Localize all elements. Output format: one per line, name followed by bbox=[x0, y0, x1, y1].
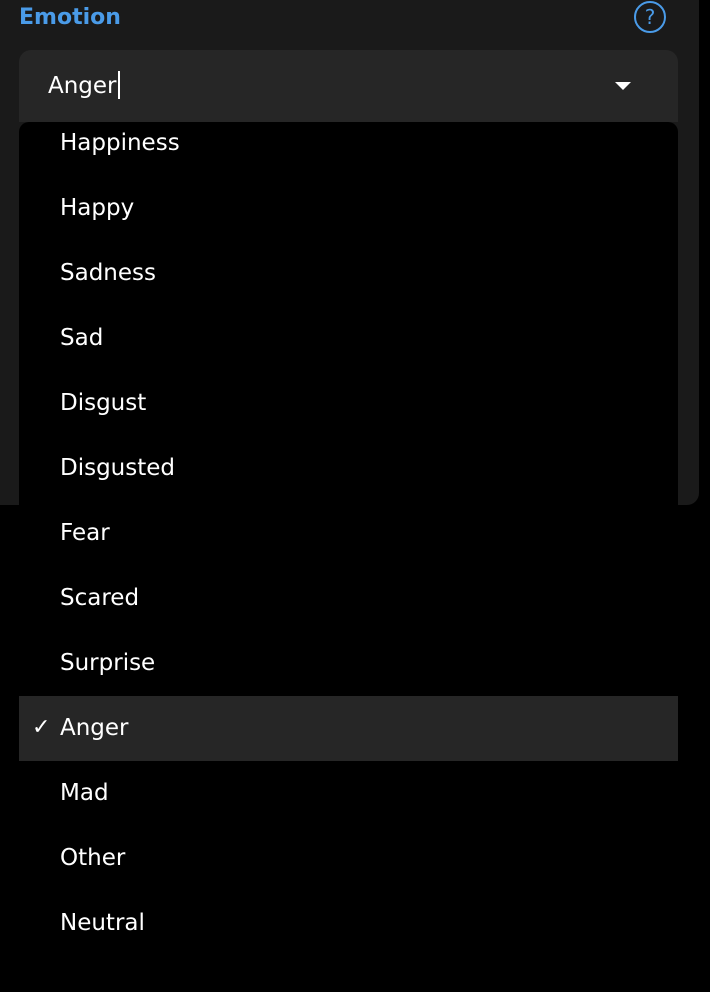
dropdown-option[interactable]: Mad bbox=[19, 761, 678, 826]
dropdown-option[interactable]: Sad bbox=[19, 306, 678, 371]
checkmark-icon: ✓ bbox=[32, 715, 51, 740]
dropdown-option-label: Happiness bbox=[60, 130, 180, 156]
dropdown-option-label: Disgust bbox=[60, 390, 147, 416]
dropdown-option[interactable]: Fear bbox=[19, 501, 678, 566]
dropdown-option[interactable]: Surprise bbox=[19, 631, 678, 696]
dropdown-option[interactable]: Other bbox=[19, 826, 678, 891]
dropdown-option[interactable]: Happiness bbox=[19, 111, 678, 176]
dropdown-option-label: Scared bbox=[60, 585, 140, 611]
dropdown-option[interactable]: Disgust bbox=[19, 371, 678, 436]
dropdown-option[interactable]: Neutral bbox=[19, 891, 678, 956]
dropdown-option-label: Fear bbox=[60, 520, 110, 546]
dropdown-option-label: Mad bbox=[60, 780, 109, 806]
dropdown-option[interactable]: Scared bbox=[19, 566, 678, 631]
dropdown-option-label: Surprise bbox=[60, 650, 156, 676]
dropdown-option-label: Other bbox=[60, 845, 126, 871]
select-input-value[interactable]: Anger bbox=[48, 70, 120, 101]
text-cursor bbox=[117, 70, 120, 99]
select-input-text: Anger bbox=[48, 73, 117, 99]
dropdown-option-label: Neutral bbox=[60, 910, 145, 936]
dropdown-option-label: Anger bbox=[60, 715, 129, 741]
field-label: Emotion bbox=[19, 5, 121, 30]
help-button[interactable]: ? bbox=[634, 1, 666, 33]
dropdown-option-label: Happy bbox=[60, 195, 135, 221]
dropdown-option-label: Disgusted bbox=[60, 455, 176, 481]
question-mark-icon: ? bbox=[644, 5, 656, 29]
dropdown-option[interactable]: Disgusted bbox=[19, 436, 678, 501]
dropdown-option[interactable]: Happy bbox=[19, 176, 678, 241]
triangle-down-icon[interactable] bbox=[615, 82, 631, 90]
dropdown-option-label: Sad bbox=[60, 325, 104, 351]
dropdown-option[interactable]: ✓ Anger bbox=[19, 696, 678, 761]
dropdown-menu: Happiness Happy Sadness Sad Disgust Disgusted… bbox=[19, 122, 678, 958]
dropdown-option-label: Sadness bbox=[60, 260, 156, 286]
dropdown-option[interactable]: Sadness bbox=[19, 241, 678, 306]
